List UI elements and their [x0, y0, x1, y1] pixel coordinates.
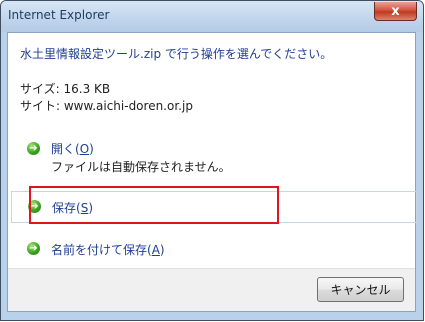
save-as-option-label: 名前を付けて保存(A) — [51, 243, 165, 257]
save-option[interactable]: ➔ 保存(S) — [11, 191, 417, 223]
save-as-hotkey: A — [151, 243, 160, 257]
green-arrow-icon: ➔ — [27, 142, 40, 155]
save-option-label: 保存(S) — [52, 201, 93, 215]
open-option-description: ファイルは自動保存されません。 — [51, 160, 231, 174]
save-as-option[interactable]: ➔ 名前を付けて保存(A) — [11, 234, 417, 266]
cancel-button[interactable]: キャンセル — [317, 277, 404, 302]
green-arrow-icon: ➔ — [28, 200, 41, 213]
dialog-body: 水土里情報設定ツール.zip で行う操作を選んでください。 サイズ: 16.3 … — [7, 32, 417, 312]
file-size-text: サイズ: 16.3 KB — [20, 82, 111, 96]
open-option[interactable]: ➔ 開く(O) ファイルは自動保存されません。 — [11, 137, 417, 177]
site-text: サイト: www.aichi-doren.or.jp — [20, 99, 193, 113]
prompt-text: 水土里情報設定ツール.zip で行う操作を選んでください。 — [20, 47, 333, 61]
open-hotkey: O — [79, 142, 90, 156]
close-icon: x — [391, 3, 400, 19]
open-option-label: 開く(O) — [51, 142, 94, 156]
close-button[interactable]: x — [374, 2, 417, 21]
download-dialog: Internet Explorer x 水土里情報設定ツール.zip で行う操作… — [0, 0, 424, 321]
green-arrow-icon: ➔ — [27, 242, 40, 255]
window-title: Internet Explorer — [8, 8, 110, 22]
title-bar[interactable]: Internet Explorer x — [1, 1, 423, 32]
dialog-footer: キャンセル — [8, 268, 415, 311]
